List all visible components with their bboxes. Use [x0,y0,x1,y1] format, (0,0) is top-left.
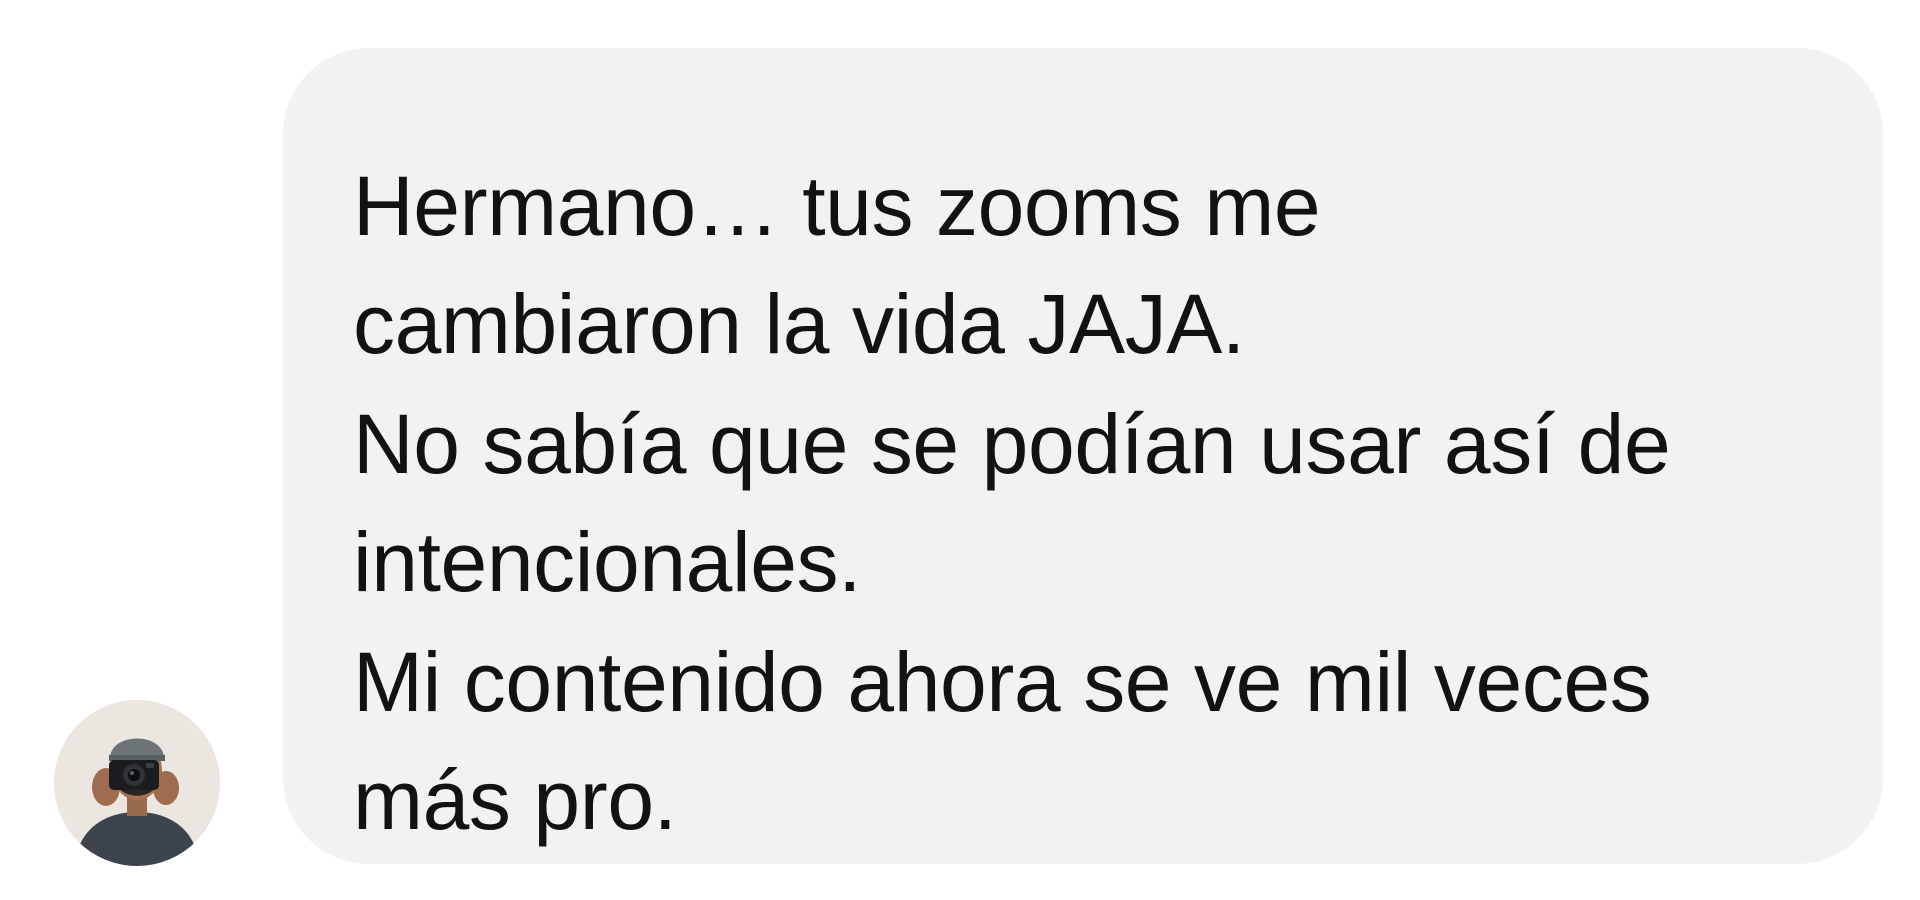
message-text: Hermano… tus zooms me cambiaron la vida … [353,147,1823,859]
message-row: Hermano… tus zooms me cambiaron la vida … [0,0,1920,900]
sender-avatar[interactable] [54,700,220,866]
message-bubble[interactable]: Hermano… tus zooms me cambiaron la vida … [283,48,1883,864]
message-paragraph: Hermano… tus zooms me cambiaron la vida … [353,159,1321,371]
message-paragraph: Mi contenido ahora se ve mil veces más p… [353,635,1652,847]
photographer-with-camera-avatar-icon [54,700,220,866]
message-paragraph: No sabía que se podían usar así de inten… [353,397,1671,609]
